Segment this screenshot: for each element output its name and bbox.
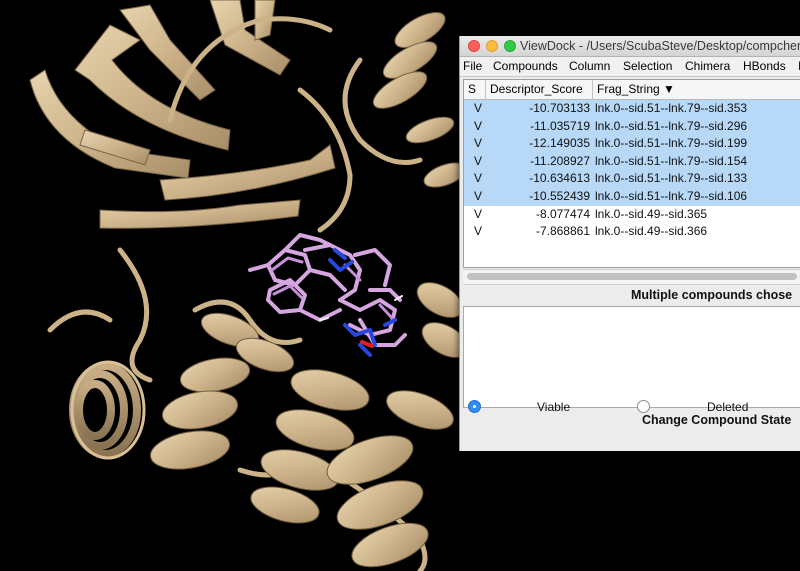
viable-radio[interactable] (468, 400, 481, 413)
row-state: V (474, 171, 483, 186)
viable-label[interactable]: Viable (537, 400, 570, 414)
table-row[interactable]: V -10.634613 lnk.0--sid.51--lnk.79--sid.13… (464, 170, 800, 188)
menu-column[interactable]: Column (569, 59, 610, 73)
row-state: V (474, 118, 483, 133)
row-frag-string: lnk.0--sid.51--lnk.79--sid.353 (595, 101, 748, 115)
row-descriptor-score: -8.077474 (535, 206, 590, 221)
horizontal-scrollbar[interactable] (463, 269, 800, 285)
table-row[interactable]: V -7.868861 lnk.0--sid.49--sid.366 (464, 223, 800, 241)
row-frag-string: lnk.0--sid.51--lnk.79--sid.199 (595, 136, 748, 151)
menu-compounds[interactable]: Compounds (493, 59, 558, 73)
row-descriptor-score: -10.552439 (529, 188, 590, 203)
row-descriptor-score: -7.868861 (535, 224, 590, 239)
row-state: V (474, 224, 483, 239)
column-header-s[interactable]: S (464, 80, 486, 99)
column-header-frag-string[interactable]: Frag_String ▼ (593, 80, 800, 99)
deleted-label[interactable]: Deleted (707, 400, 748, 414)
table-header: S Descriptor_Score Frag_String ▼ (464, 80, 800, 100)
row-state: V (474, 153, 483, 168)
row-state: V (474, 206, 483, 221)
row-frag-string: lnk.0--sid.49--sid.366 (595, 224, 708, 239)
row-frag-string: lnk.0--sid.51--lnk.79--sid.106 (595, 188, 748, 203)
table-row[interactable]: V -12.149035 lnk.0--sid.51--lnk.79--sid.19… (464, 135, 800, 153)
row-frag-string: lnk.0--sid.49--sid.365 (595, 206, 708, 221)
column-header-descriptor-score[interactable]: Descriptor_Score (486, 80, 593, 99)
minimize-window-button[interactable] (486, 40, 498, 52)
scrollbar-thumb[interactable] (467, 273, 797, 280)
row-descriptor-score: -10.634613 (529, 171, 590, 186)
close-window-button[interactable] (468, 40, 480, 52)
table-row[interactable]: V -10.703133 lnk.0--sid.51--lnk.79--sid.35… (464, 100, 800, 118)
row-state: V (474, 188, 483, 203)
compound-table[interactable]: S Descriptor_Score Frag_String ▼ V -10.70… (463, 79, 800, 268)
menu-bar: File Compounds Column Selection Chimera … (460, 57, 800, 77)
window-title: ViewDock - /Users/ScubaSteve/Desktop/com… (520, 39, 800, 53)
row-frag-string: lnk.0--sid.51--lnk.79--sid.296 (595, 118, 748, 133)
zoom-window-button[interactable] (504, 40, 516, 52)
change-state-text: Change Compound State (642, 413, 792, 427)
menu-chimera[interactable]: Chimera (685, 59, 730, 73)
window-titlebar[interactable]: ViewDock - /Users/ScubaSteve/Desktop/com… (460, 36, 800, 57)
viewdock-window: ViewDock - /Users/ScubaSteve/Desktop/com… (459, 36, 800, 451)
deleted-radio[interactable] (637, 400, 650, 413)
row-descriptor-score: -11.208927 (530, 153, 590, 168)
table-rows: V -10.703133 lnk.0--sid.51--lnk.79--sid.35… (464, 100, 800, 241)
multiple-compounds-label: Multiple compounds chose (460, 287, 800, 305)
compound-info-panel (463, 306, 800, 408)
menu-hbonds[interactable]: HBonds (743, 59, 786, 73)
table-row[interactable]: V -11.208927 lnk.0--sid.51--lnk.79--sid.15… (464, 152, 800, 171)
row-state: V (474, 136, 483, 151)
table-row[interactable]: V -8.077474 lnk.0--sid.49--sid.365 (464, 206, 800, 224)
table-row[interactable]: V -11.035719 lnk.0--sid.51--lnk.79--sid.29… (464, 117, 800, 136)
row-descriptor-score: -11.035719 (530, 118, 590, 133)
table-row[interactable]: V -10.552439 lnk.0--sid.51--lnk.79--sid.10… (464, 187, 800, 206)
row-descriptor-score: -10.703133 (529, 101, 590, 115)
row-state: V (474, 101, 483, 115)
menu-selection[interactable]: Selection (623, 59, 672, 73)
change-state-label: Change Compound State (460, 412, 800, 430)
menu-file[interactable]: File (463, 59, 482, 73)
row-frag-string: lnk.0--sid.51--lnk.79--sid.133 (595, 171, 748, 186)
row-descriptor-score: -12.149035 (529, 136, 590, 151)
multiple-compounds-text: Multiple compounds chose (631, 288, 793, 302)
row-frag-string: lnk.0--sid.51--lnk.79--sid.154 (595, 153, 748, 168)
